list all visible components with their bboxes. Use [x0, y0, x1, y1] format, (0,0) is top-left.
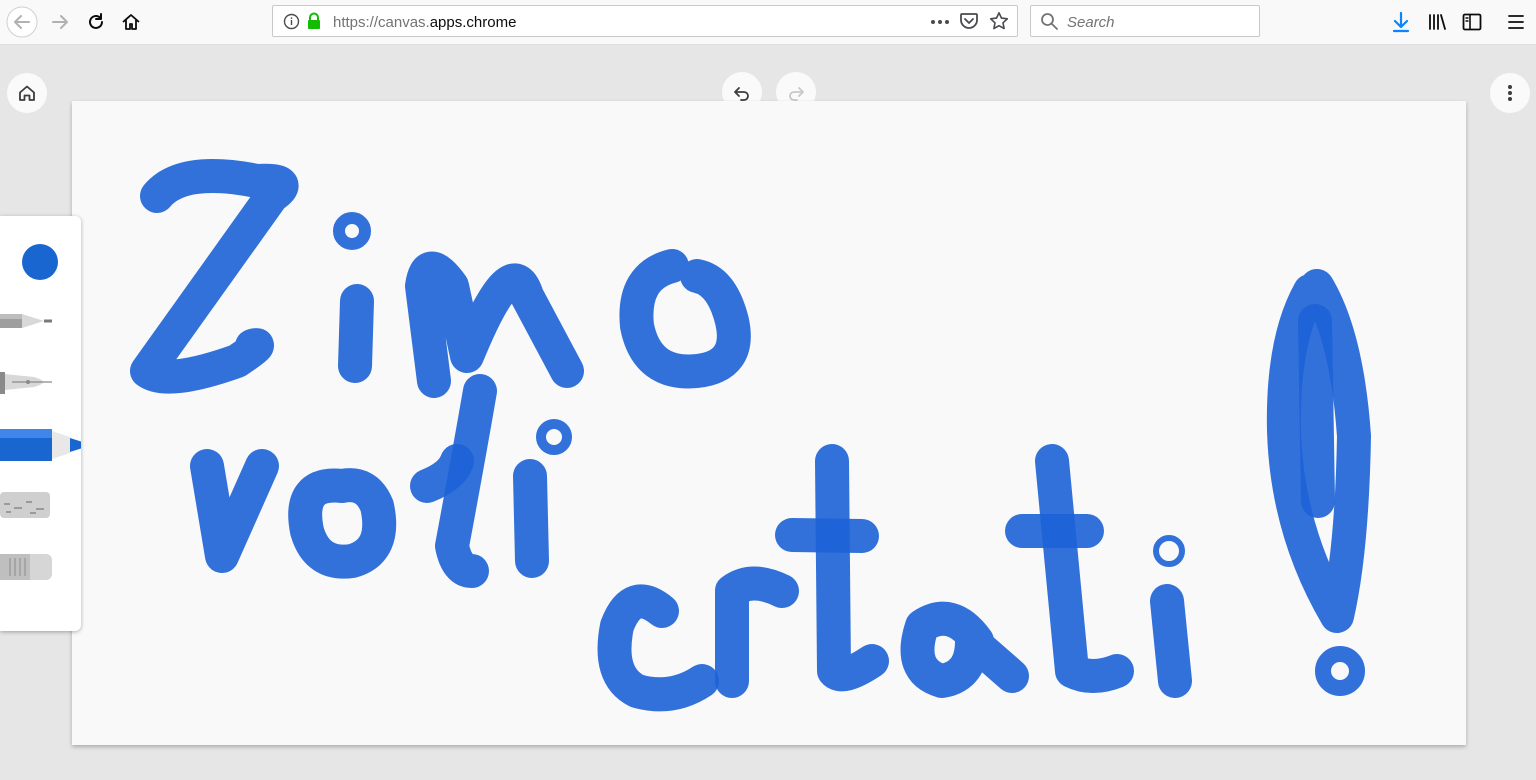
stroke-letter-r — [715, 566, 799, 698]
more-vertical-icon — [1508, 85, 1512, 101]
home-button[interactable] — [114, 5, 148, 39]
search-bar[interactable] — [1030, 5, 1260, 37]
back-button[interactable] — [5, 5, 39, 39]
stroke-exclamation-fill — [1298, 304, 1335, 518]
pocket-icon[interactable] — [959, 11, 979, 31]
stroke-letter-i-1 — [338, 284, 374, 383]
tool-palette — [0, 216, 81, 631]
sidebar-icon — [1462, 13, 1482, 31]
redo-icon — [789, 87, 804, 101]
url-bar[interactable]: https://canvas.apps.chrome — [272, 5, 1018, 37]
stroke-dot-i-2 — [536, 419, 572, 455]
back-arrow-icon — [6, 6, 38, 38]
chalk-icon[interactable] — [0, 490, 60, 520]
url-host: apps.chrome — [429, 14, 517, 31]
pencil-icon[interactable] — [0, 308, 60, 334]
downloads-button[interactable] — [1384, 5, 1418, 39]
home-icon — [122, 14, 140, 30]
drawing-canvas[interactable] — [72, 101, 1466, 745]
stroke-letter-i-2 — [513, 459, 549, 578]
hamburger-menu-icon — [1508, 15, 1524, 29]
library-icon — [1429, 14, 1446, 30]
browser-toolbar: https://canvas.apps.chrome — [0, 0, 1536, 45]
stroke-dot-i — [333, 212, 371, 250]
stroke-l-shadow — [410, 444, 474, 503]
stroke-crossbar-t-1 — [775, 518, 879, 553]
stroke-letter-a — [900, 601, 1029, 698]
stroke-letter-t-1 — [815, 444, 889, 692]
home-icon — [19, 85, 35, 101]
menu-button[interactable] — [1499, 5, 1533, 39]
stroke-letter-z — [130, 159, 299, 394]
app-menu-button[interactable] — [1490, 73, 1530, 113]
forward-button[interactable] — [43, 5, 77, 39]
more-horizontal-icon[interactable] — [929, 12, 951, 32]
handwritten-drawing — [130, 159, 1371, 712]
stroke-letter-o — [619, 249, 751, 389]
search-input[interactable] — [1065, 11, 1254, 33]
color-picker-button[interactable] — [22, 244, 58, 280]
eraser-icon[interactable] — [0, 552, 60, 582]
sidebar-button[interactable] — [1455, 5, 1489, 39]
stroke-exclamation-dot — [1315, 646, 1365, 696]
stroke-letter-c — [597, 584, 719, 712]
stroke-letter-o-2 — [288, 468, 397, 579]
library-button[interactable] — [1420, 5, 1454, 39]
reload-button[interactable] — [79, 5, 113, 39]
bookmark-star-icon[interactable] — [989, 11, 1009, 31]
stroke-dot-i-3 — [1153, 535, 1185, 567]
download-arrow-icon — [1392, 11, 1410, 33]
forward-arrow-icon — [52, 15, 68, 29]
stroke-letter-m — [405, 252, 584, 398]
pen-icon[interactable] — [0, 369, 60, 395]
stroke-letter-v — [190, 449, 279, 573]
app-home-button[interactable] — [7, 73, 47, 113]
url-prefix: https://canvas. — [333, 14, 430, 31]
reload-icon — [89, 13, 103, 29]
undo-icon — [734, 87, 749, 101]
stroke-letter-i-3 — [1150, 584, 1192, 698]
info-icon[interactable] — [283, 13, 300, 30]
search-icon — [1041, 13, 1058, 30]
lock-icon[interactable] — [306, 12, 322, 30]
stroke-letter-t-2 — [1035, 444, 1134, 693]
url-text[interactable]: https://canvas.apps.chrome — [333, 14, 516, 31]
marker-icon[interactable] — [0, 428, 81, 462]
